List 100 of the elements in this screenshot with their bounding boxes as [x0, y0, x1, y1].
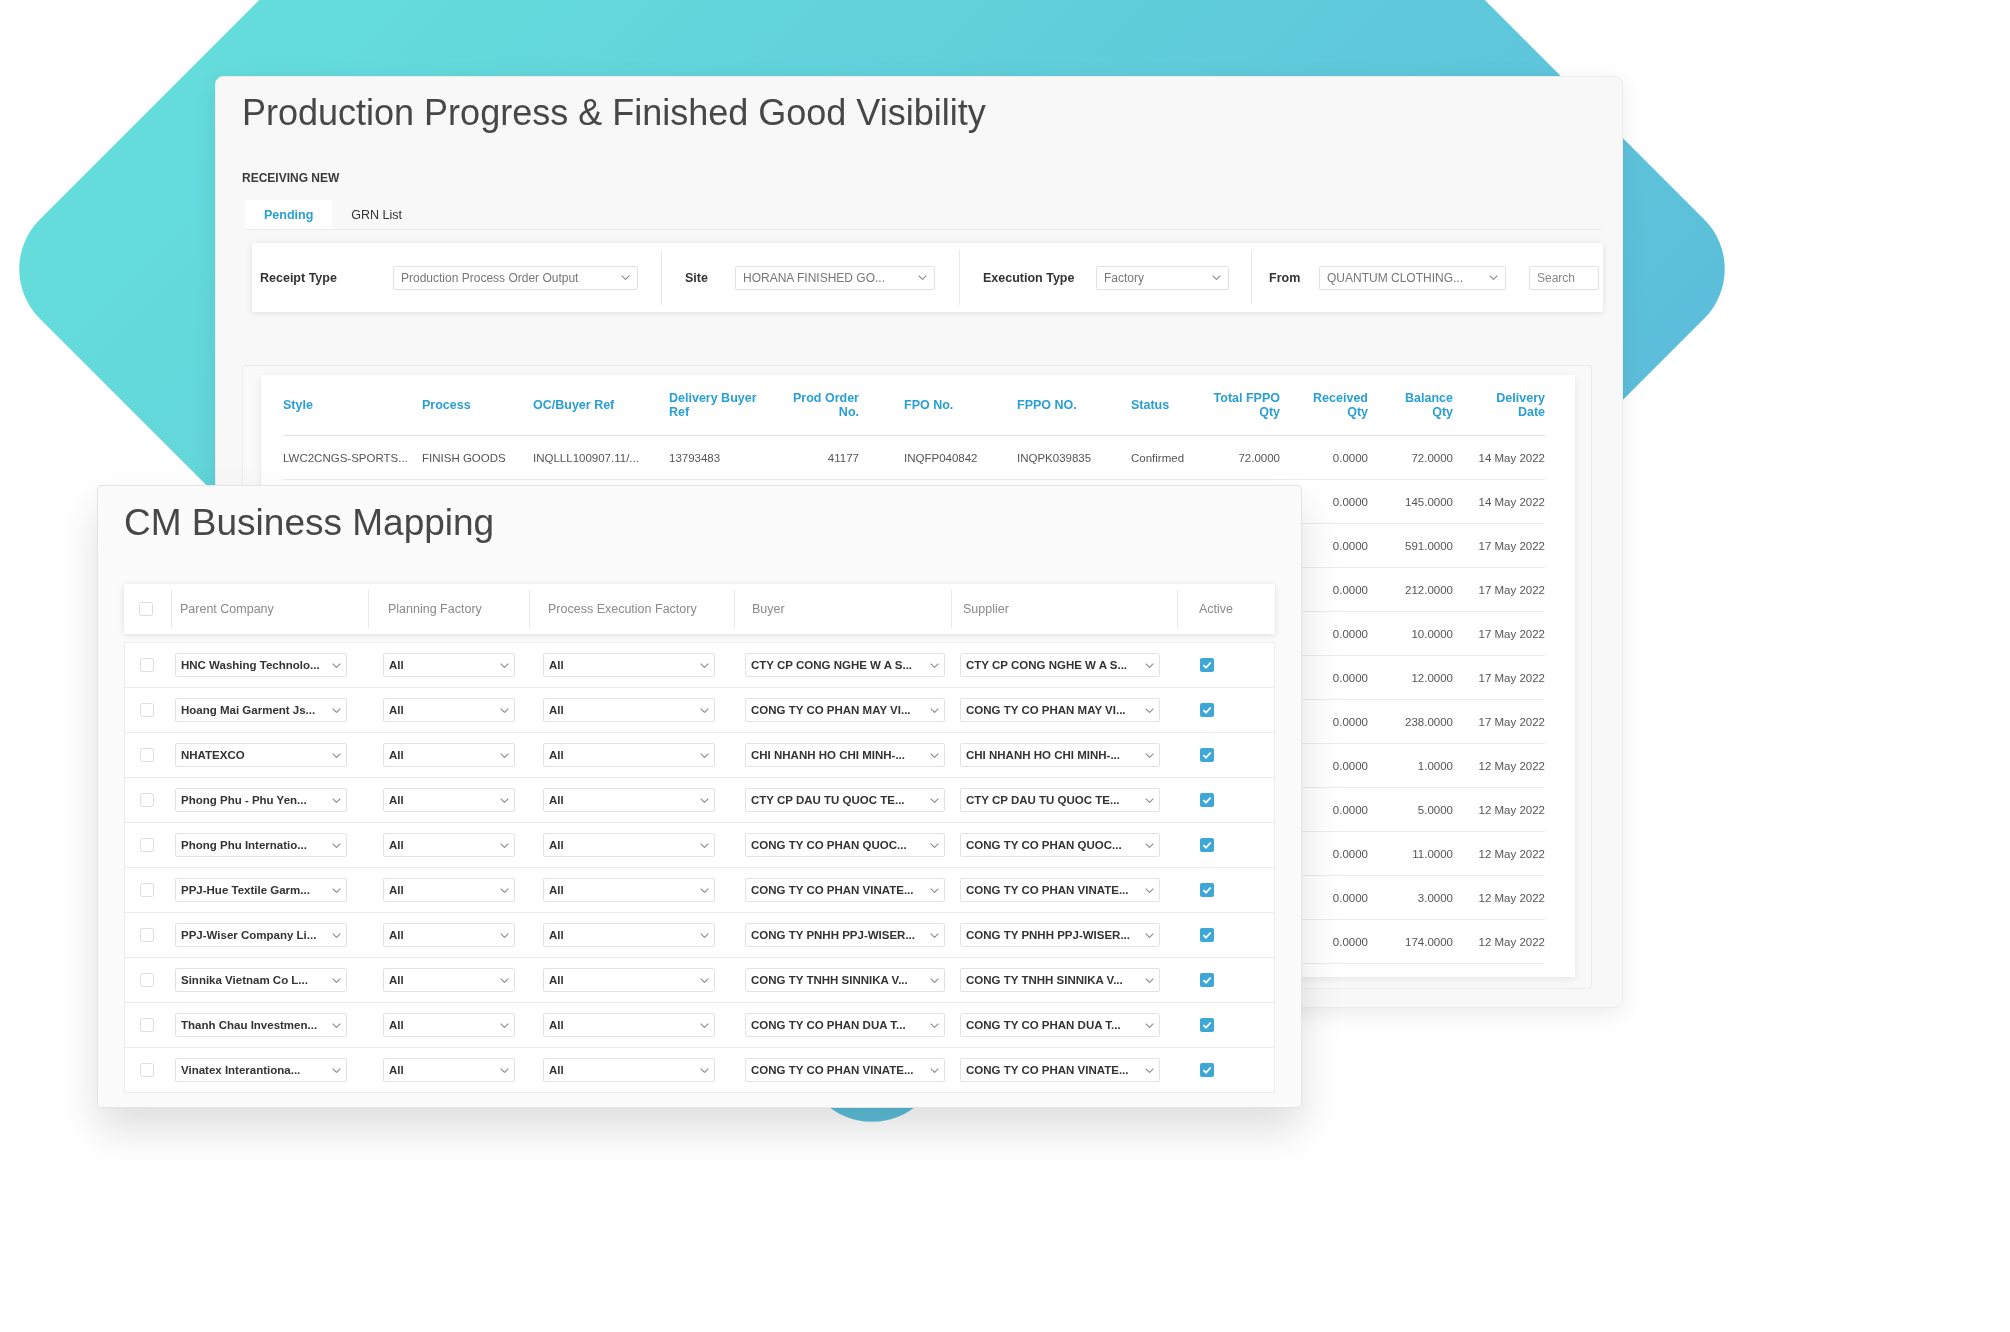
chevron-icon — [700, 977, 709, 983]
section-label: RECEIVING NEW — [242, 170, 340, 186]
dropdown[interactable]: CTY CP DAU TU QUOC TE... — [960, 788, 1160, 812]
dropdown[interactable]: HNC Washing Technolo... — [175, 653, 347, 677]
dropdown[interactable]: CTY CP CONG NGHE W A S... — [745, 653, 945, 677]
dropdown[interactable]: All — [543, 1013, 715, 1037]
checkbox[interactable] — [140, 1018, 154, 1032]
dropdown[interactable]: CONG TY CO PHAN DUA T... — [745, 1013, 945, 1037]
dropdown[interactable]: CTY CP DAU TU QUOC TE... — [745, 788, 945, 812]
dropdown[interactable]: All — [543, 1058, 715, 1082]
checkbox[interactable] — [1200, 793, 1214, 807]
table-cell-text: 0.0000 — [1331, 627, 1368, 640]
dropdown[interactable]: All — [383, 968, 515, 992]
checkbox[interactable] — [1200, 1063, 1214, 1077]
chevron-icon — [930, 977, 939, 983]
dropdown[interactable]: Thanh Chau Investmen... — [175, 1013, 347, 1037]
dropdown[interactable]: All — [383, 788, 515, 812]
dropdown[interactable]: All — [383, 833, 515, 857]
checkbox[interactable] — [140, 973, 154, 987]
checkbox[interactable] — [140, 658, 154, 672]
dropdown[interactable]: CONG TY TNHH SINNIKA V... — [960, 968, 1160, 992]
dropdown[interactable]: CONG TY CO PHAN VINATE... — [745, 1058, 945, 1082]
dropdown[interactable]: CONG TY CO PHAN QUOC... — [745, 833, 945, 857]
dropdown[interactable]: Factory — [1096, 265, 1229, 290]
table-cell-text: 12.0000 — [1410, 671, 1453, 684]
dropdown[interactable]: All — [543, 743, 715, 767]
dropdown[interactable]: All — [383, 653, 515, 677]
table-cell-text: 591.0000 — [1404, 539, 1453, 552]
dropdown[interactable]: CONG TY CO PHAN MAY VI... — [960, 698, 1160, 722]
checkbox[interactable] — [139, 602, 153, 616]
dropdown[interactable]: CONG TY TNHH SINNIKA V... — [745, 968, 945, 992]
dropdown[interactable]: Phong Phu - Phu Yen... — [175, 788, 347, 812]
dropdown[interactable]: Sinnika Vietnam Co L... — [175, 968, 347, 992]
tab[interactable]: GRN List — [332, 200, 421, 229]
table-cell-text: 72.0000 — [1410, 451, 1453, 464]
column-header: Delivery Buyer Ref — [669, 391, 758, 419]
dropdown[interactable]: All — [543, 698, 715, 722]
checkbox[interactable] — [140, 1063, 154, 1077]
dropdown[interactable]: Hoang Mai Garment Js... — [175, 698, 347, 722]
table-cell-text: 174.0000 — [1404, 935, 1453, 948]
table-cell-text: 12 May 2022 — [1477, 935, 1545, 948]
dropdown[interactable]: Phong Phu Internatio... — [175, 833, 347, 857]
checkbox[interactable] — [140, 748, 154, 762]
checkbox[interactable] — [1200, 883, 1214, 897]
dropdown[interactable]: CONG TY PNHH PPJ-WISER... — [745, 923, 945, 947]
dropdown[interactable]: Production Process Order Output — [393, 265, 638, 290]
checkbox[interactable] — [1200, 658, 1214, 672]
table-cell-text: 17 May 2022 — [1477, 715, 1545, 728]
dropdown[interactable]: CHI NHANH HO CHI MINH-... — [745, 743, 945, 767]
chevron-icon — [1489, 275, 1498, 280]
dropdown[interactable]: All — [543, 653, 715, 677]
dropdown[interactable]: CHI NHANH HO CHI MINH-... — [960, 743, 1160, 767]
dropdown[interactable]: All — [383, 743, 515, 767]
dropdown[interactable]: All — [543, 923, 715, 947]
chevron-icon — [1145, 842, 1154, 848]
checkbox[interactable] — [140, 928, 154, 942]
dropdown[interactable]: CTY CP CONG NGHE W A S... — [960, 653, 1160, 677]
dropdown[interactable]: CONG TY CO PHAN VINATE... — [745, 878, 945, 902]
dropdown[interactable]: CONG TY PNHH PPJ-WISER... — [960, 923, 1160, 947]
dropdown[interactable]: PPJ-Hue Textile Garm... — [175, 878, 347, 902]
checkbox[interactable] — [1200, 748, 1214, 762]
chevron-icon — [332, 1022, 341, 1028]
dropdown[interactable]: All — [383, 878, 515, 902]
chevron-icon — [700, 1022, 709, 1028]
table-cell-text: 12 May 2022 — [1477, 759, 1545, 772]
dropdown[interactable]: All — [383, 698, 515, 722]
table-cell-text: 14 May 2022 — [1477, 451, 1545, 464]
dropdown[interactable]: All — [383, 1013, 515, 1037]
dropdown[interactable]: CONG TY CO PHAN MAY VI... — [745, 698, 945, 722]
dropdown[interactable]: CONG TY CO PHAN VINATE... — [960, 878, 1160, 902]
dropdown[interactable]: CONG TY CO PHAN VINATE... — [960, 1058, 1160, 1082]
checkbox[interactable] — [140, 793, 154, 807]
checkbox[interactable] — [1200, 703, 1214, 717]
dropdown[interactable]: All — [543, 833, 715, 857]
search-field[interactable]: Search — [1529, 265, 1599, 290]
checkbox[interactable] — [1200, 928, 1214, 942]
dropdown[interactable]: All — [543, 878, 715, 902]
table-cell-text: 0.0000 — [1331, 539, 1368, 552]
chevron-icon — [930, 842, 939, 848]
dropdown[interactable]: CONG TY CO PHAN DUA T... — [960, 1013, 1160, 1037]
dropdown[interactable]: HORANA FINISHED GO... — [735, 265, 935, 290]
dropdown[interactable]: NHATEXCO — [175, 743, 347, 767]
table-cell-text: 0.0000 — [1331, 891, 1368, 904]
chevron-icon — [700, 932, 709, 938]
dropdown[interactable]: PPJ-Wiser Company Li... — [175, 923, 347, 947]
dropdown[interactable]: All — [383, 1058, 515, 1082]
checkbox[interactable] — [140, 838, 154, 852]
dropdown[interactable]: All — [543, 968, 715, 992]
checkbox[interactable] — [1200, 973, 1214, 987]
dropdown[interactable]: QUANTUM CLOTHING... — [1319, 265, 1506, 290]
table-cell-text: 41177 — [826, 451, 859, 464]
checkbox[interactable] — [140, 883, 154, 897]
dropdown[interactable]: All — [543, 788, 715, 812]
checkbox[interactable] — [140, 703, 154, 717]
table-cell-text: 0.0000 — [1331, 759, 1368, 772]
dropdown[interactable]: CONG TY CO PHAN QUOC... — [960, 833, 1160, 857]
dropdown[interactable]: Vinatex Interantiona... — [175, 1058, 347, 1082]
dropdown[interactable]: All — [383, 923, 515, 947]
checkbox[interactable] — [1200, 838, 1214, 852]
checkbox[interactable] — [1200, 1018, 1214, 1032]
